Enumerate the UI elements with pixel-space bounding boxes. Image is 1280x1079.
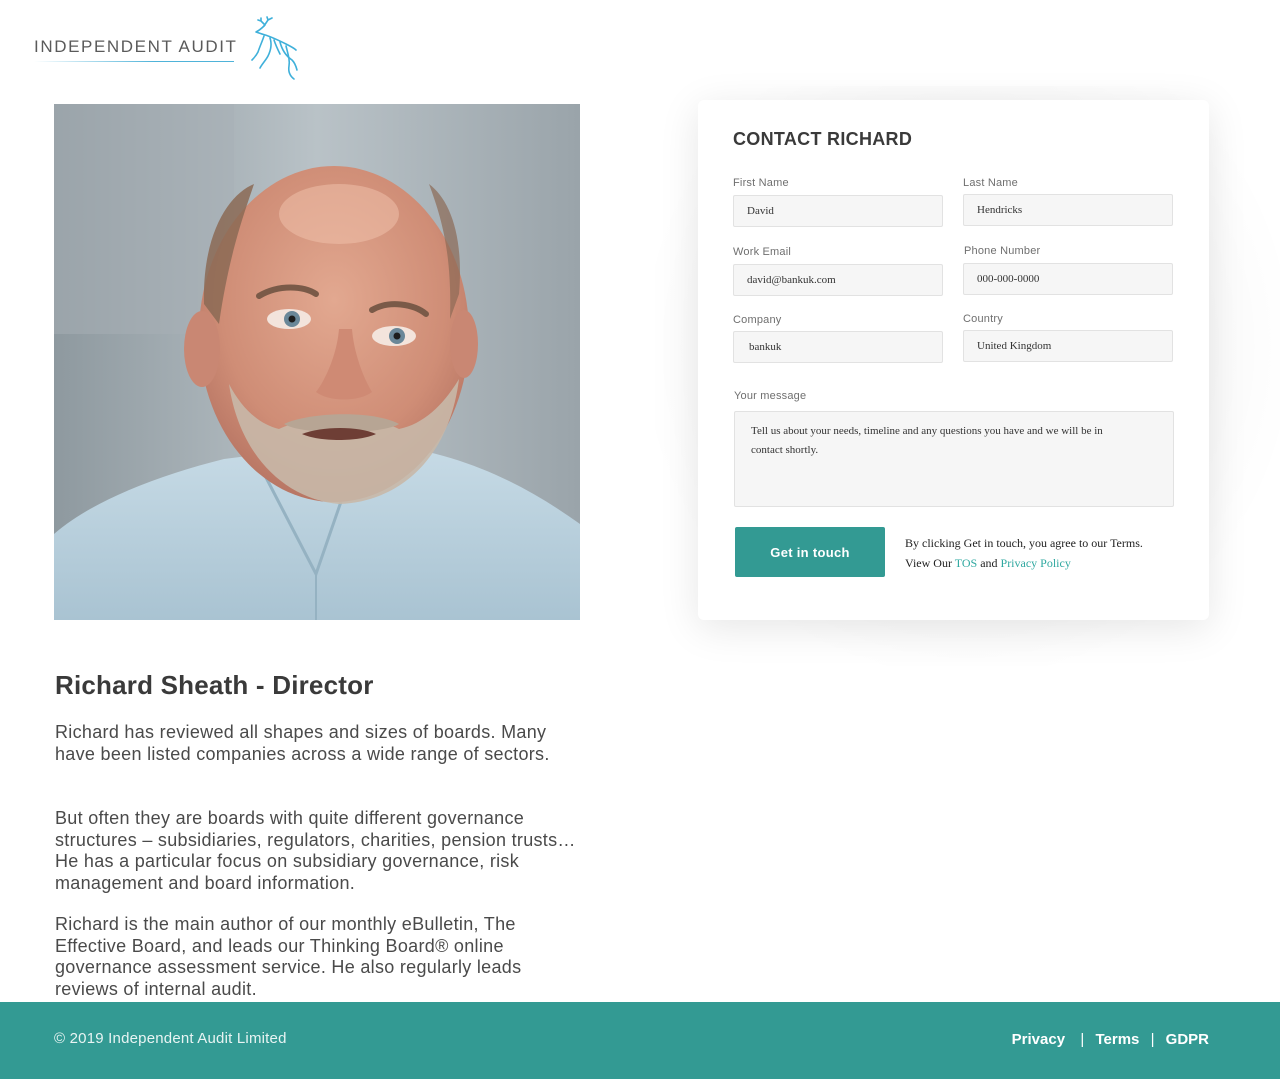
country-select[interactable]: United Kingdom xyxy=(963,330,1173,362)
copyright-text: © 2019 Independent Audit Limited xyxy=(54,1030,287,1047)
logo-underline xyxy=(34,61,234,62)
message-textarea[interactable]: Tell us about your needs, timeline and a… xyxy=(734,411,1174,507)
profile-photo xyxy=(54,104,580,620)
phone-number-field[interactable]: 000-000-0000 xyxy=(963,263,1173,295)
form-title: CONTACT RICHARD xyxy=(733,129,913,149)
get-in-touch-button[interactable]: Get in touch xyxy=(735,527,885,577)
footer-separator: | xyxy=(1076,1031,1085,1048)
terms-text: By clicking Get in touch, you agree to o… xyxy=(905,536,1143,550)
last-name-field[interactable]: Hendricks xyxy=(963,194,1173,226)
bio-paragraph: But often they are boards with quite dif… xyxy=(55,808,576,893)
work-email-label: Work Email xyxy=(733,246,792,258)
brand-logo[interactable]: INDEPENDENT AUDIT xyxy=(34,16,304,84)
footer-separator: | xyxy=(1150,1031,1155,1048)
person-name: Richard Sheath - Director xyxy=(55,670,374,700)
leaping-deer-icon xyxy=(251,16,298,80)
last-name-label: Last Name xyxy=(963,177,1018,189)
page-footer: © 2019 Independent Audit Limited Privacy… xyxy=(0,1002,1280,1079)
terms-notice: By clicking Get in touch, you agree to o… xyxy=(905,533,1185,573)
terms-view-text: View Our xyxy=(905,556,952,570)
first-name-field[interactable]: David xyxy=(733,195,943,227)
company-field[interactable]: bankuk xyxy=(733,331,943,363)
contact-form: CONTACT RICHARD First Name David Last Na… xyxy=(698,100,1209,620)
first-name-label: First Name xyxy=(733,177,789,189)
terms-and-text: and xyxy=(980,556,998,570)
message-label: Your message xyxy=(734,390,807,402)
logo-text: INDEPENDENT AUDIT xyxy=(34,37,238,56)
work-email-field[interactable]: david@bankuk.com xyxy=(733,264,943,296)
company-label: Company xyxy=(733,314,782,326)
country-label: Country xyxy=(963,313,1003,325)
phone-number-label: Phone Number xyxy=(964,245,1041,257)
footer-link-gdpr[interactable]: GDPR xyxy=(1166,1031,1209,1048)
footer-links: Privacy | Terms | GDPR xyxy=(1012,1031,1209,1048)
bio-paragraph: Richard is the main author of our monthl… xyxy=(55,914,522,999)
tos-link[interactable]: TOS xyxy=(955,556,977,570)
footer-link-privacy[interactable]: Privacy xyxy=(1012,1031,1065,1048)
footer-link-terms[interactable]: Terms xyxy=(1095,1031,1139,1048)
bio-paragraph: Richard has reviewed all shapes and size… xyxy=(55,722,550,764)
person-portrait xyxy=(54,104,580,620)
privacy-policy-link[interactable]: Privacy Policy xyxy=(1001,556,1071,570)
